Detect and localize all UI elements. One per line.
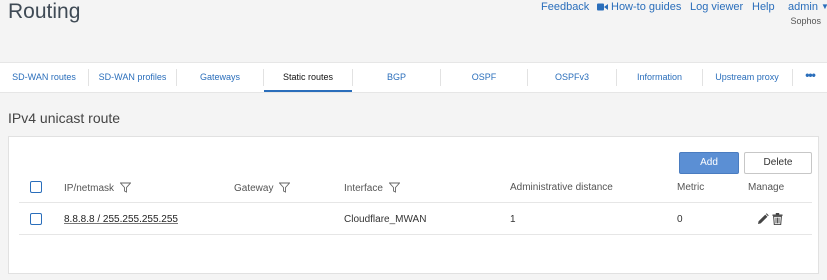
route-ip-netmask-link[interactable]: 8.8.8.8 / 255.255.255.255 [64,214,178,225]
tab-sd-wan-profiles[interactable]: SD-WAN profiles [89,63,176,92]
filter-icon[interactable] [388,182,400,193]
routing-tabs: SD-WAN routes SD-WAN profiles Gateways S… [0,62,827,93]
more-tabs-button[interactable]: ••• [793,63,827,92]
filter-icon[interactable] [120,182,132,193]
tab-information[interactable]: Information [617,63,702,92]
feedback-link[interactable]: Feedback [541,1,589,13]
route-interface: Cloudflare_MWAN [344,214,427,225]
section-title: IPv4 unicast route [8,110,121,126]
trash-icon[interactable] [772,213,783,225]
row-checkbox[interactable] [30,213,42,225]
column-ip-netmask[interactable]: IP/netmask [64,182,132,194]
help-link[interactable]: Help [752,1,775,13]
tab-sd-wan-routes[interactable]: SD-WAN routes [0,63,88,92]
tab-gateways[interactable]: Gateways [177,63,263,92]
ipv4-route-card: Add Delete IP/netmask Gateway Interface … [8,136,819,274]
edit-pencil-icon[interactable] [757,213,769,225]
page-title: Routing [8,0,81,23]
admin-label: admin [788,1,818,13]
tab-upstream-proxy[interactable]: Upstream proxy [703,63,791,92]
how-to-guides-link[interactable]: How-to guides [597,1,681,13]
tab-bgp[interactable]: BGP [353,63,440,92]
column-interface-label: Interface [344,183,383,194]
top-navigation: Feedback How-to guides Log viewer Help a… [520,1,827,17]
caret-down-icon: ▼ [820,2,827,11]
tab-ospfv3[interactable]: OSPFv3 [528,63,616,92]
tab-static-routes[interactable]: Static routes [264,63,352,92]
column-gateway[interactable]: Gateway [234,182,291,194]
filter-icon[interactable] [279,182,291,193]
column-interface[interactable]: Interface [344,182,400,194]
video-icon [597,3,608,11]
select-all-checkbox[interactable] [30,181,42,193]
add-button[interactable]: Add [679,152,739,174]
column-administrative-distance: Administrative distance [510,182,613,193]
column-gateway-label: Gateway [234,183,274,194]
delete-button[interactable]: Delete [744,152,812,174]
log-viewer-link[interactable]: Log viewer [690,1,743,13]
organization-name: Sophos [790,16,821,26]
column-metric: Metric [677,182,705,193]
header-divider [19,202,812,203]
admin-menu[interactable]: admin ▼ [788,1,827,13]
column-ip-netmask-label: IP/netmask [64,183,115,194]
route-admin-distance: 1 [510,214,516,225]
row-divider [19,234,812,235]
how-to-guides-label: How-to guides [611,1,682,13]
route-metric: 0 [677,214,683,225]
column-manage: Manage [748,182,785,193]
routing-page: Routing Feedback How-to guides Log viewe… [0,0,827,280]
tab-ospf[interactable]: OSPF [441,63,527,92]
